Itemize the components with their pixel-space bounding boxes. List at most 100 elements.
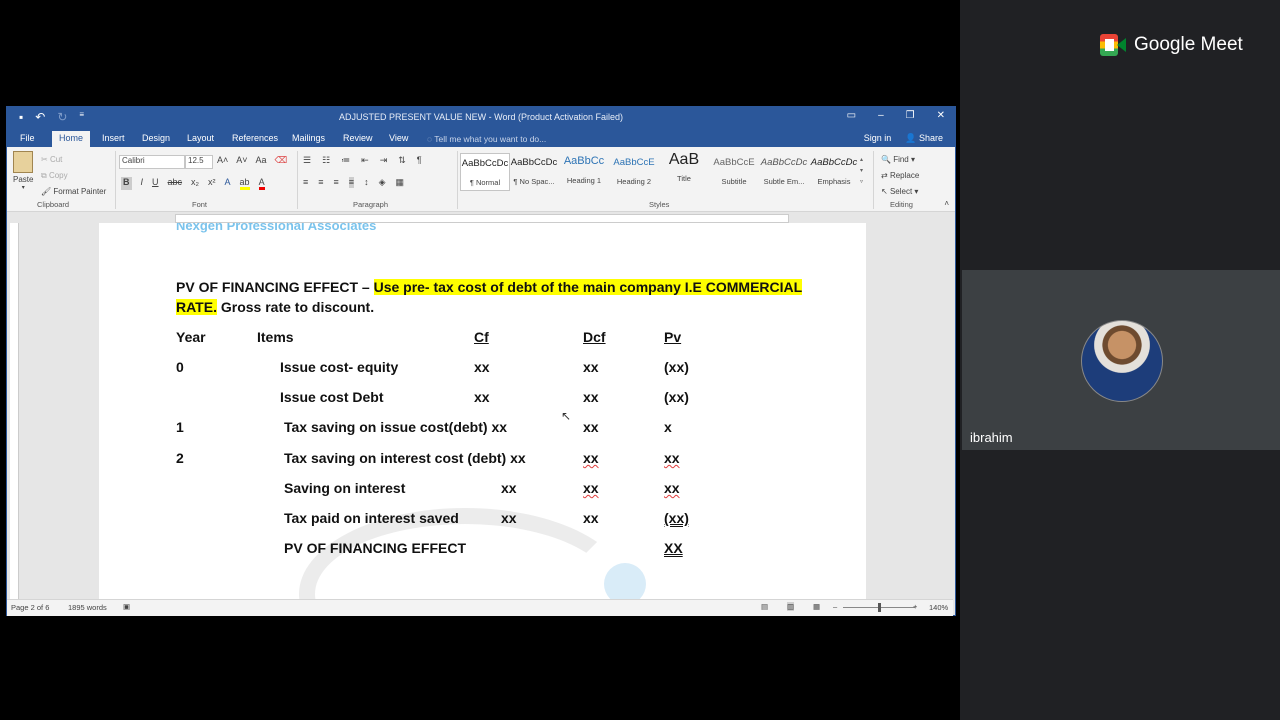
style-heading-2[interactable]: AaBbCcE Heading 2 bbox=[610, 153, 658, 189]
participant-tile[interactable]: ibrahim bbox=[962, 270, 1280, 450]
borders-icon[interactable]: ▦ bbox=[395, 177, 404, 188]
style-preview: AaBbCcDc bbox=[810, 157, 858, 168]
zoom-level[interactable]: 140% bbox=[929, 603, 948, 612]
tab-insert[interactable]: Insert bbox=[102, 133, 125, 143]
row-dcf: xx bbox=[583, 510, 599, 526]
zoom-out-icon[interactable]: – bbox=[833, 602, 837, 611]
style-normal[interactable]: AaBbCcDc ¶ Normal bbox=[460, 153, 510, 191]
tab-file[interactable]: File bbox=[20, 133, 35, 143]
text-effects-icon[interactable]: A bbox=[225, 177, 231, 190]
style-no-spacing[interactable]: AaBbCcDc ¶ No Spac... bbox=[510, 153, 558, 189]
font-size-box[interactable]: 12.5 bbox=[185, 155, 213, 169]
close-icon[interactable]: ✕ bbox=[937, 110, 945, 121]
tab-review[interactable]: Review bbox=[343, 133, 373, 143]
cut-button[interactable]: ✂ Cut bbox=[41, 152, 106, 168]
zoom-slider-thumb[interactable] bbox=[878, 603, 881, 612]
ribbon-display-icon[interactable]: ▭ bbox=[847, 110, 856, 121]
pilcrow-icon[interactable]: ¶ bbox=[417, 155, 422, 166]
line-spacing-icon[interactable]: ↕ bbox=[364, 177, 369, 188]
row-item: Saving on interest bbox=[284, 480, 406, 496]
row-cf: xx bbox=[501, 510, 517, 526]
page-count[interactable]: Page 2 of 6 bbox=[11, 603, 49, 612]
paste-label: Paste bbox=[13, 175, 34, 184]
sort-icon[interactable]: ⇅ bbox=[398, 155, 406, 166]
zoom-in-icon[interactable]: + bbox=[913, 602, 917, 611]
highlight-icon[interactable]: ab bbox=[239, 177, 250, 190]
align-center-icon[interactable]: ≡ bbox=[318, 177, 323, 188]
shrink-font-icon[interactable]: A˅ bbox=[236, 155, 247, 166]
shading-icon[interactable]: ◈ bbox=[379, 177, 386, 188]
style-preview: AaBbCcDc bbox=[760, 157, 808, 168]
format-painter-label: Format Painter bbox=[53, 187, 107, 196]
share-button[interactable]: 👤 Share bbox=[905, 133, 943, 144]
document-page[interactable]: Nexgen Professional Associates PV OF FIN… bbox=[99, 223, 866, 599]
superscript-icon[interactable]: x² bbox=[208, 177, 216, 190]
numbering-icon[interactable]: ☷ bbox=[322, 155, 330, 166]
tab-references[interactable]: References bbox=[232, 133, 278, 143]
align-left-icon[interactable]: ≡ bbox=[303, 177, 308, 188]
tab-home[interactable]: Home bbox=[52, 131, 91, 147]
paste-dropdown-icon[interactable]: ▾ bbox=[13, 184, 33, 191]
font-color-icon[interactable]: A bbox=[258, 177, 265, 190]
strikethrough-icon[interactable]: abc bbox=[168, 177, 183, 190]
collapse-ribbon-icon[interactable]: ˄ bbox=[944, 199, 949, 208]
paste-button[interactable]: Paste ▾ bbox=[13, 151, 33, 191]
grow-font-icon[interactable]: A˄ bbox=[217, 155, 228, 166]
row-pv: (xx) bbox=[664, 359, 689, 375]
increase-indent-icon[interactable]: ⇥ bbox=[380, 155, 388, 166]
google-meet-logo: Google Meet bbox=[1100, 34, 1243, 56]
change-case-icon[interactable]: Aa bbox=[256, 155, 267, 166]
subscript-icon[interactable]: x₂ bbox=[191, 177, 199, 190]
cursor-icon: ↖ bbox=[881, 187, 890, 196]
paste-icon bbox=[13, 151, 34, 173]
word-count[interactable]: 1895 words bbox=[68, 603, 107, 612]
minimize-icon[interactable]: – bbox=[878, 110, 884, 121]
row-year: 2 bbox=[176, 450, 184, 466]
restore-icon[interactable]: ❐ bbox=[906, 110, 915, 121]
page-header: Nexgen Professional Associates bbox=[176, 223, 377, 233]
row-year: 1 bbox=[176, 419, 184, 435]
tab-view[interactable]: View bbox=[389, 133, 408, 143]
print-layout-icon[interactable]: ▥ bbox=[787, 602, 795, 611]
justify-icon[interactable]: ≡ bbox=[348, 177, 355, 188]
row-pv: xx bbox=[664, 450, 680, 466]
clear-format-icon[interactable]: ⌫ bbox=[275, 155, 288, 166]
web-layout-icon[interactable]: ▦ bbox=[813, 602, 820, 611]
decrease-indent-icon[interactable]: ⇤ bbox=[361, 155, 369, 166]
tab-layout[interactable]: Layout bbox=[187, 133, 214, 143]
style-emphasis[interactable]: AaBbCcDc Emphasis bbox=[810, 153, 858, 189]
align-right-icon[interactable]: ≡ bbox=[334, 177, 339, 188]
proofing-icon[interactable]: ▣ bbox=[123, 602, 130, 611]
style-heading-1[interactable]: AaBbCc Heading 1 bbox=[560, 153, 608, 189]
find-button[interactable]: 🔍 Find ▾ bbox=[881, 152, 919, 168]
heading-line-2: RATE. Gross rate to discount. bbox=[176, 299, 374, 315]
participant-name: ibrahim bbox=[970, 430, 1013, 445]
tell-me-box[interactable]: ◌ Tell me what you want to do... bbox=[427, 134, 546, 144]
tab-mailings[interactable]: Mailings bbox=[292, 133, 325, 143]
bold-icon[interactable]: B bbox=[121, 177, 132, 190]
italic-icon[interactable]: I bbox=[141, 177, 144, 190]
copy-button[interactable]: ⧉ Copy bbox=[41, 168, 106, 184]
replace-button[interactable]: ⇄ Replace bbox=[881, 168, 919, 184]
bullets-icon[interactable]: ☰ bbox=[303, 155, 311, 166]
highlighted-text: Use pre- tax cost of debt of the main co… bbox=[373, 279, 803, 295]
style-preview: AaBbCcE bbox=[713, 157, 755, 168]
styles-scroll-icon[interactable]: ▴ ▾ ▿ bbox=[860, 155, 863, 188]
divider bbox=[115, 151, 116, 209]
style-subtitle[interactable]: AaBbCcE Subtitle bbox=[710, 153, 758, 189]
select-button[interactable]: ↖ Select ▾ bbox=[881, 184, 919, 200]
row-pv: x bbox=[664, 419, 672, 435]
format-painter-button[interactable]: 🖌 Format Painter bbox=[41, 184, 106, 200]
tab-design[interactable]: Design bbox=[142, 133, 170, 143]
read-mode-icon[interactable]: ▤ bbox=[761, 602, 768, 611]
font-name-box[interactable]: Calibri bbox=[119, 155, 185, 169]
style-title[interactable]: AaB Title bbox=[660, 151, 708, 189]
sign-in-link[interactable]: Sign in bbox=[864, 133, 892, 144]
style-subtle-emphasis[interactable]: AaBbCcDc Subtle Em... bbox=[760, 153, 808, 189]
row-item: PV OF FINANCING EFFECT bbox=[284, 540, 466, 556]
heading-text: PV OF FINANCING EFFECT – bbox=[176, 279, 374, 295]
column-header-dcf: Dcf bbox=[583, 329, 606, 345]
underline-icon[interactable]: U bbox=[152, 177, 159, 190]
multilevel-list-icon[interactable]: ≔ bbox=[341, 155, 350, 166]
style-name: ¶ No Spac... bbox=[513, 177, 555, 186]
